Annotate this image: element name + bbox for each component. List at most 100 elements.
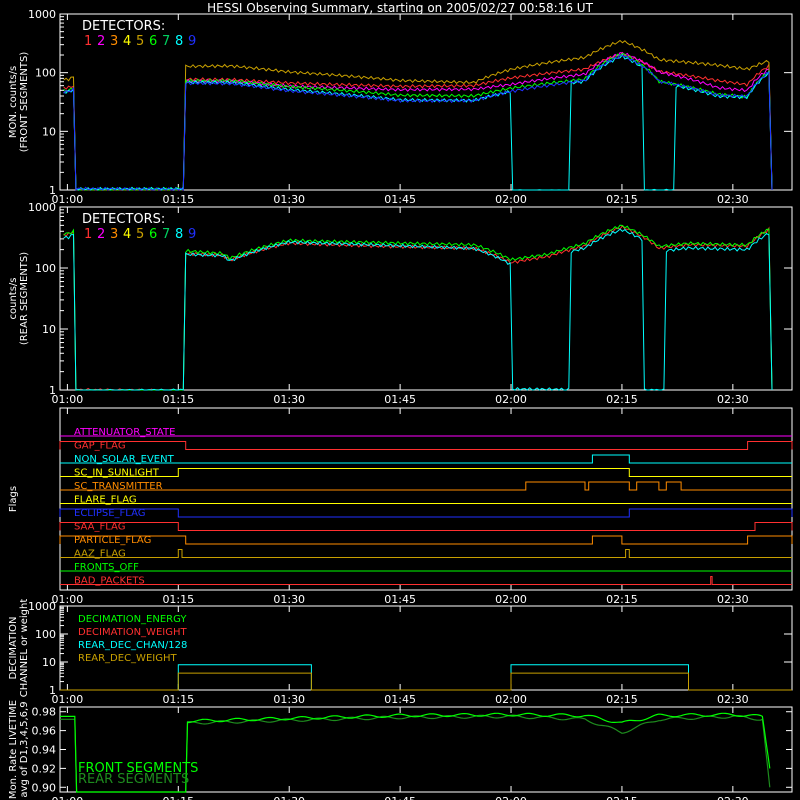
x-tick-label: 02:15 [606,193,638,206]
legend-detector-7: 7 [162,34,170,49]
y-axis-label: MON. counts/s [8,66,19,138]
x-tick-label: 01:00 [52,593,84,606]
y-tick-label: 0.98 [32,706,57,719]
x-tick-label: 02:30 [717,693,749,706]
legend-detector-1: 1 [84,34,92,49]
x-tick-label: 01:00 [52,393,84,406]
legend-detector-6: 6 [149,34,157,49]
y-tick-label: 10 [42,125,56,138]
x-tick-label: 02:15 [606,795,638,800]
panel-1: 01:00 01:15 01:30 01:45 02:00 02:15 02:30 MON. … [8,8,793,206]
panel-3: 01:00 01:15 01:30 01:45 02:00 02:15 02:30 Flags… [8,407,793,606]
chart-title: HESSI Observing Summary, starting on 200… [207,1,593,15]
x-tick-label: 01:30 [273,593,305,606]
legend-entry: REAR SEGMENTS [78,772,189,787]
x-tick-label: 01:30 [273,693,305,706]
y-axis-label: counts/s [8,277,19,319]
x-tick-label: 02:00 [495,693,527,706]
x-tick-label: 01:45 [384,593,416,606]
x-tick-label: 02:30 [717,193,749,206]
legend-title: DETECTORS: [82,212,165,227]
x-tick-label: 02:00 [495,393,527,406]
legend-detector-7: 7 [162,227,170,242]
y-tick-label: 0.92 [32,762,57,775]
legend-entry: REAR_DEC_WEIGHT [78,653,177,664]
flag-label: BAD_PACKETS [74,576,145,587]
x-tick-label: 02:15 [606,593,638,606]
x-tick-label: 02:30 [717,795,749,800]
legend-detector-6: 6 [149,227,157,242]
x-tick-label: 02:00 [495,593,527,606]
legend-detector-1: 1 [84,227,92,242]
x-tick-label: 01:45 [384,393,416,406]
legend-title: DETECTORS: [82,19,165,34]
y-tick-label: 1000 [28,201,56,214]
x-tick-label: 02:30 [717,393,749,406]
flag-line [59,535,793,545]
y-tick-label: 1 [49,184,56,197]
flag-label: SC_IN_SUNLIGHT [74,468,160,479]
series-line-det9 [63,53,773,191]
flag-line [60,576,792,585]
flag-line [59,441,793,450]
series-line-det1 [63,51,773,191]
flag-line [59,508,793,518]
x-tick-label: 01:00 [52,693,84,706]
y-tick-label: 1000 [28,8,56,21]
flag-line [59,522,793,531]
legend-detector-9: 9 [188,227,196,242]
y-tick-label: 10 [42,323,56,336]
y-tick-label: 100 [35,67,56,80]
flag-label: SAA_FLAG [74,522,125,533]
x-tick-label: 01:15 [162,393,194,406]
legend-entry: DECIMATION_WEIGHT [78,627,187,638]
legend-detector-2: 2 [97,34,105,49]
x-tick-label: 01:30 [273,393,305,406]
series-line-det6 [63,53,773,191]
legend-detector-5: 5 [136,227,144,242]
decimation-line [60,672,792,691]
legend-detector-4: 4 [123,34,131,49]
flag-label: FLARE_FLAG [74,495,137,506]
legend-detector-8: 8 [175,227,183,242]
y-axis-label: (REAR SEGMENTS) [19,252,30,345]
decimation-line [60,664,792,691]
x-tick-label: 01:45 [384,193,416,206]
flag-line [60,549,792,558]
flag-label: FRONTS_OFF [74,562,139,573]
x-tick-label: 01:45 [384,693,416,706]
y-tick-label: 1 [49,384,56,397]
x-tick-label: 01:15 [162,193,194,206]
flag-label: SC_TRANSMITTER [74,481,163,492]
y-axis-label: avg of D1,3,4,5,6,9 [19,701,30,797]
x-tick-label: 02:00 [495,795,527,800]
series-line-det2 [63,52,773,191]
flag-label: PARTICLE_FLAG [74,535,151,546]
legend-detector-8: 8 [175,34,183,49]
y-axis-label: CHANNEL or weight [19,599,30,698]
flag-label: ATTENUATOR_STATE [74,427,175,438]
y-tick-label: 0.96 [32,725,57,738]
flag-label: GAP_FLAG [74,441,126,452]
y-axis-label: DECIMATION [8,616,19,679]
chart-layer: 01:00 01:15 01:30 01:45 02:00 02:15 02:30 MON. … [8,8,793,800]
y-tick-label: 10 [42,656,56,669]
x-tick-label: 01:15 [162,795,194,800]
x-tick-label: 02:30 [717,593,749,606]
x-tick-label: 02:15 [606,693,638,706]
x-tick-label: 01:15 [162,693,194,706]
panel-4: 01:00 01:15 01:30 01:45 02:00 02:15 02:30 DECIM… [8,599,793,706]
y-tick-label: 100 [35,262,56,275]
legend-detector-9: 9 [188,34,196,49]
y-axis-label: (FRONT SEGMENTS) [19,52,30,153]
x-tick-label: 01:00 [52,795,84,800]
x-tick-label: 01:30 [273,795,305,800]
x-tick-label: 01:00 [52,193,84,206]
y-tick-label: 0.90 [32,781,57,794]
legend-detector-5: 5 [136,34,144,49]
x-tick-label: 01:15 [162,593,194,606]
legend-entry: REAR_DEC_CHAN/128 [78,640,187,651]
legend-detector-4: 4 [123,227,131,242]
legend-detector-3: 3 [110,34,118,49]
y-tick-label: 1000 [28,600,56,613]
